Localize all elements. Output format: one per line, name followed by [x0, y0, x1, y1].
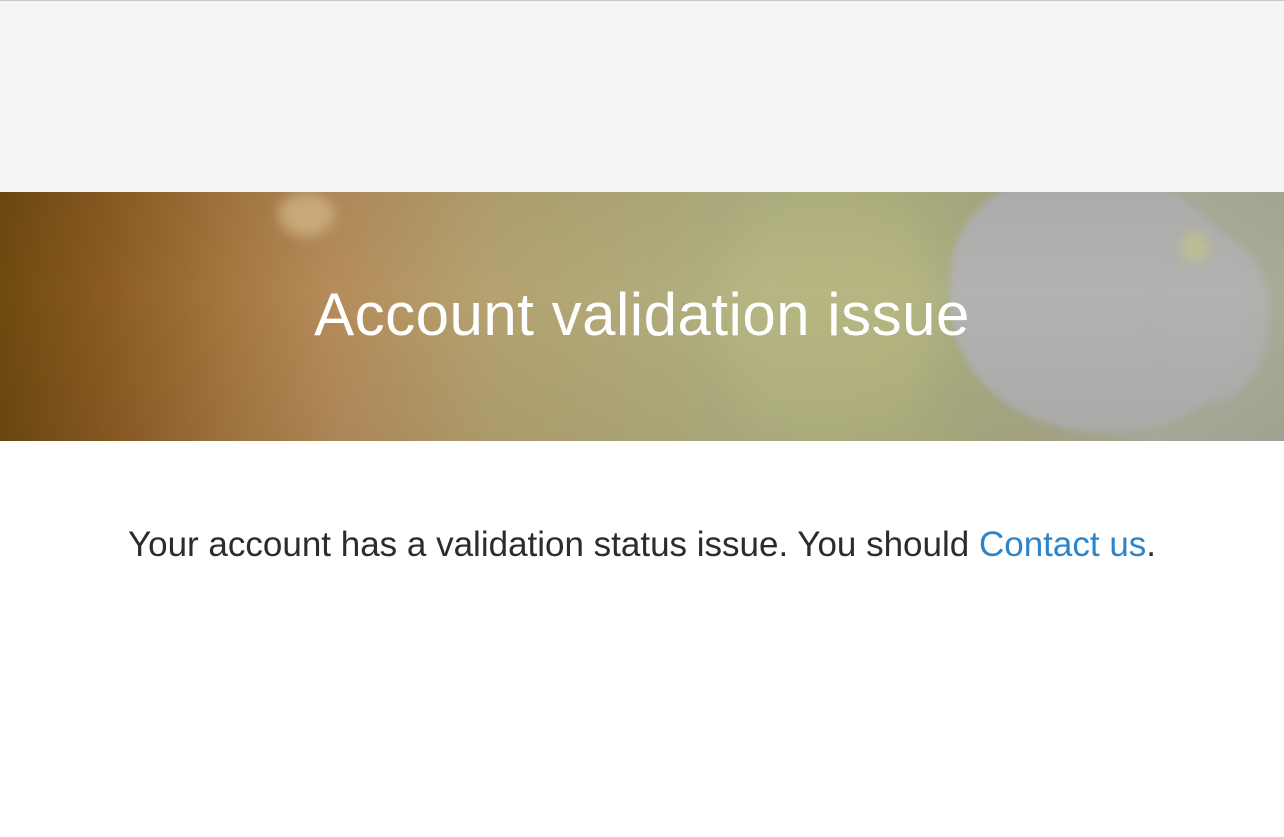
- validation-message-suffix: .: [1146, 525, 1157, 564]
- top-banner-area: [0, 0, 1284, 192]
- contact-us-link[interactable]: Contact us: [979, 525, 1146, 564]
- validation-message: Your account has a validation status iss…: [0, 522, 1284, 568]
- hero-banner: Account validation issue: [0, 192, 1284, 441]
- validation-message-text: Your account has a validation status iss…: [127, 525, 979, 564]
- page-title: Account validation issue: [314, 281, 970, 348]
